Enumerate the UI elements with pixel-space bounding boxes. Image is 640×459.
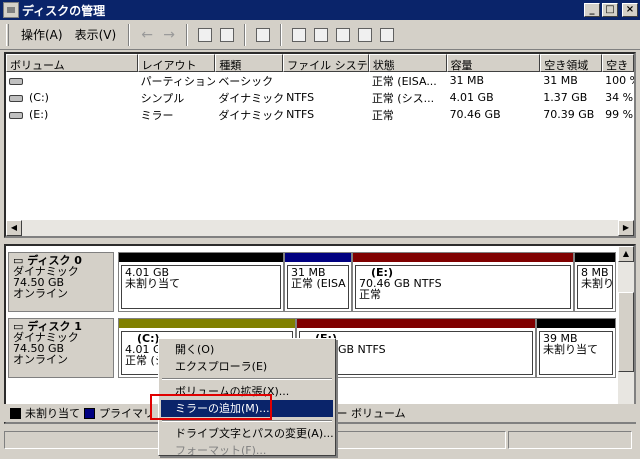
- disk-0: ▭ ディスク 0 ダイナミック 74.50 GB オンライン 4.01 GB 未…: [6, 250, 618, 312]
- forward-arrow-icon[interactable]: →: [158, 24, 180, 46]
- volume-icon: [9, 77, 23, 85]
- volume-status: 正常 (EISA...: [371, 74, 437, 88]
- volume-type: ダイナミック: [218, 91, 284, 105]
- up-folder-icon[interactable]: [194, 24, 216, 46]
- context-menu: 開く(O) エクスプローラ(E) ボリュームの拡張(X)... ミラーの追加(M…: [158, 338, 336, 459]
- column-free-percent[interactable]: 空き: [602, 54, 634, 72]
- legend-unallocated: 未割り当て: [25, 407, 80, 420]
- partition-unallocated[interactable]: 4.01 GB 未割り当て: [118, 252, 284, 312]
- column-volume[interactable]: ボリューム: [6, 54, 138, 72]
- partition-status: 未割り: [581, 277, 613, 290]
- toolbar-separator: [280, 23, 283, 46]
- volume-name: (C:): [29, 91, 49, 104]
- column-filesystem[interactable]: ファイル システ...: [283, 54, 369, 72]
- scroll-right-icon[interactable]: ▶: [618, 220, 634, 236]
- properties-icon[interactable]: [310, 24, 332, 46]
- toolbar-separator: [186, 23, 189, 46]
- menu-add-mirror[interactable]: ミラーの追加(M)...: [161, 400, 333, 417]
- partition-status: 正常: [359, 288, 381, 301]
- partition-e-mirror[interactable]: (E:) 70.46 GB NTFS 正常: [352, 252, 574, 312]
- refresh-icon[interactable]: [288, 24, 310, 46]
- horizontal-scrollbar[interactable]: ◀ ▶: [6, 220, 634, 236]
- disk-0-state: オンライン: [13, 287, 68, 300]
- scroll-thumb[interactable]: [618, 292, 634, 372]
- column-type[interactable]: 種類: [215, 54, 284, 72]
- volume-status: 正常 (シス...: [371, 91, 435, 105]
- close-button[interactable]: ×: [622, 3, 638, 17]
- volume-free-percent: 100 %: [605, 74, 634, 87]
- vertical-scrollbar[interactable]: ▲ ▼: [618, 246, 634, 422]
- partition-size: 70.46 GB NTFS: [359, 277, 442, 290]
- menu-explore[interactable]: エクスプローラ(E): [161, 358, 333, 375]
- title-bar: ディスクの管理 _ □ ×: [0, 0, 640, 20]
- volume-list: ボリューム レイアウト 種類 ファイル システ... 状態 容量 空き領域 空き…: [4, 52, 636, 238]
- partition-status: 未割り当て: [543, 343, 598, 356]
- toolbar-grip: [6, 23, 9, 46]
- partition-status: 未割り当て: [125, 277, 180, 290]
- disk-1-info[interactable]: ▭ ディスク 1 ダイナミック 74.50 GB オンライン: [8, 318, 114, 378]
- volume-capacity: 4.01 GB: [449, 91, 494, 104]
- column-header-row: ボリューム レイアウト 種類 ファイル システ... 状態 容量 空き領域 空き: [6, 54, 634, 72]
- volume-layout: パーティション: [140, 74, 216, 88]
- disk-1-state: オンライン: [13, 353, 68, 366]
- status-pane: [508, 431, 632, 449]
- volume-status: 正常: [371, 108, 394, 122]
- disk-management-icon: [3, 2, 19, 18]
- help-icon[interactable]: [252, 24, 274, 46]
- volume-name: (E:): [29, 108, 49, 121]
- volume-type: ベーシック: [218, 74, 274, 88]
- menu-open[interactable]: 開く(O): [161, 341, 333, 358]
- partition-unallocated[interactable]: 39 MB 未割り当て: [536, 318, 616, 378]
- toolbar-separator: [128, 23, 131, 46]
- menu-view[interactable]: 表示(V): [69, 23, 123, 46]
- volume-filesystem: NTFS: [286, 108, 315, 121]
- toolbar-separator: [244, 23, 247, 46]
- status-pane: [336, 431, 506, 449]
- volume-layout: ミラー: [140, 108, 174, 122]
- menu-separator: [162, 378, 332, 380]
- menu-change-drive-letter[interactable]: ドライブ文字とパスの変更(A)...: [161, 425, 334, 442]
- open-folder-icon[interactable]: [332, 24, 354, 46]
- toolbar: 操作(A) 表示(V) ← →: [0, 20, 640, 50]
- show-hide-tree-icon[interactable]: [216, 24, 238, 46]
- column-free-space[interactable]: 空き領域: [540, 54, 603, 72]
- menu-separator: [162, 420, 332, 422]
- legend-unallocated-swatch: [10, 407, 21, 419]
- window-title: ディスクの管理: [22, 3, 106, 18]
- volume-free: 31 MB: [543, 74, 578, 87]
- partition-status: 正常 (EISA: [291, 277, 346, 290]
- scroll-up-icon[interactable]: ▲: [618, 246, 634, 262]
- scroll-left-icon[interactable]: ◀: [6, 220, 22, 236]
- menu-action[interactable]: 操作(A): [15, 23, 69, 46]
- menu-extend-volume[interactable]: ボリュームの拡張(X)...: [161, 383, 333, 400]
- rescan-disks-icon[interactable]: [376, 24, 398, 46]
- volume-icon: [9, 111, 23, 119]
- menu-format[interactable]: フォーマット(F)...: [161, 442, 333, 459]
- disk-0-info[interactable]: ▭ ディスク 0 ダイナミック 74.50 GB オンライン: [8, 252, 114, 312]
- partition-size: 70.46 GB NTFS: [303, 343, 386, 356]
- column-status[interactable]: 状態: [368, 54, 447, 72]
- volume-capacity: 31 MB: [449, 74, 485, 87]
- volume-row[interactable]: (E:) ミラー ダイナミック NTFS 正常 70.46 GB 70.39 G…: [6, 106, 634, 123]
- volume-free: 70.39 GB: [543, 108, 595, 121]
- column-capacity[interactable]: 容量: [446, 54, 541, 72]
- back-arrow-icon[interactable]: ←: [136, 24, 158, 46]
- volume-layout: シンプル: [140, 91, 185, 105]
- legend-primary-swatch: [84, 407, 95, 419]
- volume-free: 1.37 GB: [543, 91, 588, 104]
- volume-filesystem: NTFS: [286, 91, 315, 104]
- volume-type: ダイナミック: [218, 108, 284, 122]
- volume-icon: [9, 94, 23, 102]
- partition-eisa[interactable]: 31 MB 正常 (EISA: [284, 252, 352, 312]
- maximize-button[interactable]: □: [602, 3, 618, 17]
- column-layout[interactable]: レイアウト: [137, 54, 216, 72]
- volume-free-percent: 34 %: [605, 91, 634, 104]
- minimize-button[interactable]: _: [584, 3, 600, 17]
- partition-unallocated[interactable]: 8 MB 未割り: [574, 252, 616, 312]
- volume-row[interactable]: パーティション ベーシック 正常 (EISA... 31 MB 31 MB 10…: [6, 72, 634, 89]
- volume-row[interactable]: (C:) シンプル ダイナミック NTFS 正常 (シス... 4.01 GB …: [6, 89, 634, 106]
- search-icon[interactable]: [354, 24, 376, 46]
- volume-free-percent: 99 %: [605, 108, 634, 121]
- volume-capacity: 70.46 GB: [449, 108, 501, 121]
